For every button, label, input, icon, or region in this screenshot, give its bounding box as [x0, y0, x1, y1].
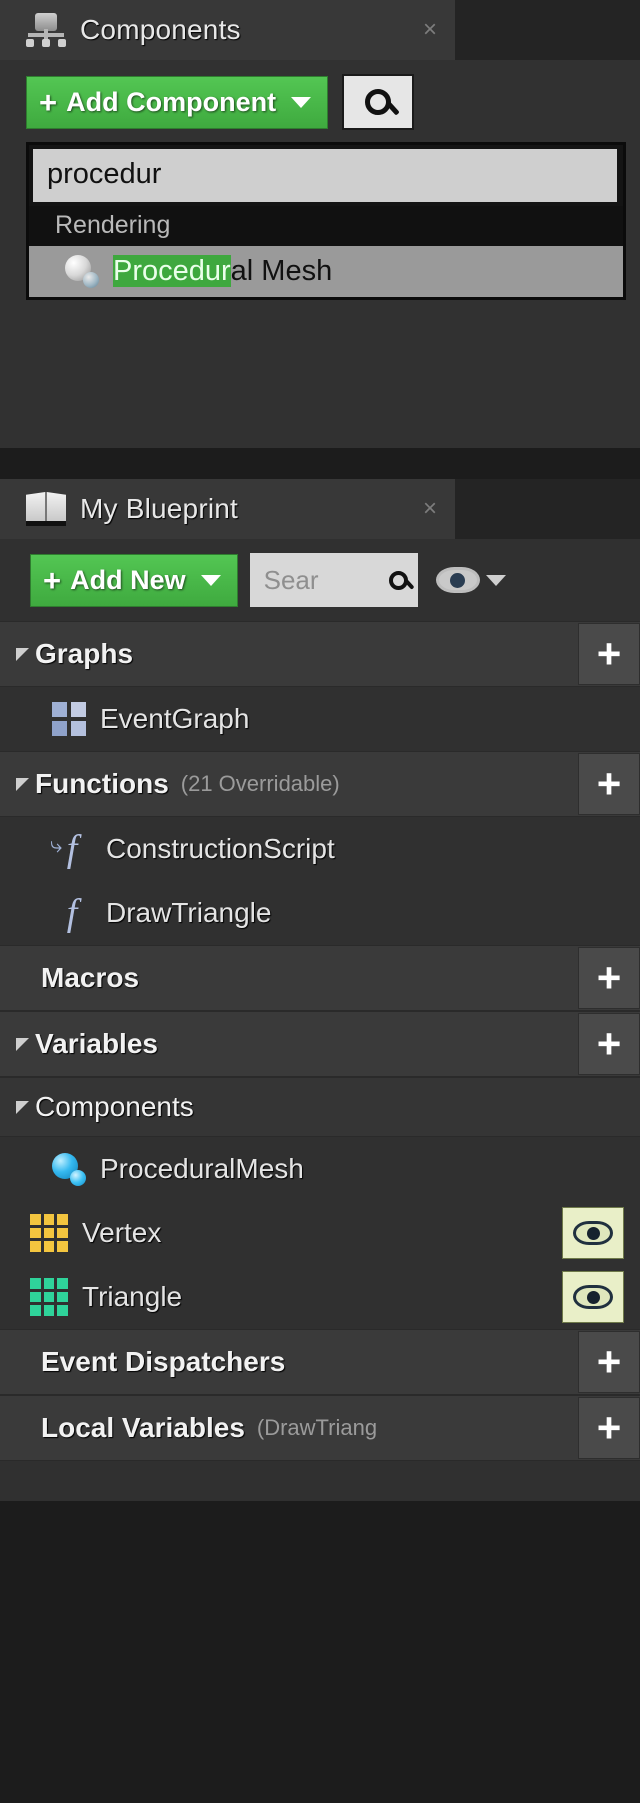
close-icon[interactable]: ×	[393, 16, 437, 44]
add-component-label: Add Component	[66, 86, 277, 117]
section-title: Event Dispatchers	[41, 1346, 286, 1377]
add-component-row: + Add Component	[0, 60, 640, 142]
list-item-label: Vertex	[82, 1217, 162, 1248]
add-component-dropdown: procedur Rendering Procedural Mesh	[26, 142, 626, 300]
event-graph-icon	[52, 702, 86, 736]
list-item-triangle[interactable]: Triangle	[0, 1265, 640, 1329]
add-new-label: Add New	[70, 564, 186, 595]
section-header-variables[interactable]: Variables +	[0, 1011, 640, 1077]
list-item-proceduralmesh[interactable]: ProceduralMesh	[0, 1137, 640, 1201]
list-item-eventgraph[interactable]: EventGraph	[0, 687, 640, 751]
search-placeholder: Sear	[263, 564, 319, 595]
myblueprint-footer	[0, 1461, 640, 1501]
section-title: Macros	[41, 962, 140, 993]
myblueprint-body: + Add New Sear Graphs + EventGraph Funct…	[0, 539, 640, 1501]
add-new-button[interactable]: + Add New	[30, 553, 238, 607]
components-tab-label: Components	[80, 14, 241, 45]
list-item-constructionscript[interactable]: ⤷ f ConstructionScript	[0, 817, 640, 881]
function-override-icon: ⤷ f	[50, 828, 78, 870]
expand-triangle-icon[interactable]	[16, 1100, 29, 1114]
eye-icon[interactable]	[562, 1207, 624, 1259]
section-header-local-variables[interactable]: Local Variables (DrawTriang +	[0, 1395, 640, 1461]
myblueprint-tab-label: My Blueprint	[80, 493, 239, 524]
dropdown-item-procedural-mesh[interactable]: Procedural Mesh	[29, 246, 623, 297]
section-subtitle: (DrawTriang	[256, 1415, 378, 1440]
expand-triangle-icon	[16, 1428, 35, 1429]
components-panel: Components × + Add Component procedur Re…	[0, 0, 640, 448]
function-icon: f	[66, 892, 78, 934]
list-item-label: DrawTriangle	[106, 897, 272, 928]
list-item-label: ConstructionScript	[106, 833, 335, 864]
section-header-functions[interactable]: Functions (21 Overridable) +	[0, 751, 640, 817]
search-match-highlight: Procedur	[113, 254, 231, 287]
procedural-mesh-icon	[65, 254, 99, 288]
panel-divider	[0, 463, 640, 479]
eye-icon[interactable]	[562, 1271, 624, 1323]
section-header-graphs[interactable]: Graphs +	[0, 621, 640, 687]
window-bottom-edge	[0, 1777, 640, 1803]
component-search-input[interactable]: procedur	[33, 149, 617, 202]
search-icon	[388, 570, 408, 590]
close-icon[interactable]: ×	[393, 495, 437, 523]
section-title: Functions	[35, 768, 169, 799]
list-item-drawtriangle[interactable]: f DrawTriangle	[0, 881, 640, 945]
myblueprint-search-input[interactable]: Sear	[249, 553, 418, 607]
myblueprint-tabstrip: My Blueprint ×	[0, 479, 640, 539]
expand-triangle-icon[interactable]	[16, 777, 29, 791]
components-search-button[interactable]	[342, 74, 415, 130]
search-match-rest: al Mesh	[230, 254, 333, 287]
expand-triangle-icon	[16, 1362, 35, 1363]
section-subtitle: (21 Overridable)	[180, 771, 340, 796]
integer-array-icon	[30, 1278, 68, 1316]
dropdown-item-label: Procedural Mesh	[113, 254, 333, 288]
section-title: Variables	[35, 1028, 158, 1059]
section-header-event-dispatchers[interactable]: Event Dispatchers +	[0, 1329, 640, 1395]
subsection-title: Components	[35, 1091, 194, 1122]
add-local-variable-button[interactable]: +	[578, 1397, 640, 1459]
subsection-header-components[interactable]: Components	[0, 1077, 640, 1137]
my-blueprint-panel: My Blueprint × + Add New Sear Graphs + E…	[0, 479, 640, 1501]
components-icon	[26, 11, 66, 49]
components-tabstrip: Components ×	[0, 0, 640, 60]
add-variable-button[interactable]: +	[578, 1013, 640, 1075]
vector-array-icon	[30, 1214, 68, 1252]
list-item-label: Triangle	[82, 1281, 183, 1312]
blueprint-book-icon	[26, 492, 66, 526]
visibility-filter[interactable]	[430, 567, 506, 593]
expand-triangle-icon[interactable]	[16, 1037, 29, 1051]
add-component-button[interactable]: + Add Component	[26, 75, 329, 129]
blueprint-editor-root: Components × + Add Component procedur Re…	[0, 0, 640, 1803]
add-macro-button[interactable]: +	[578, 947, 640, 1009]
myblueprint-toolbar: + Add New Sear	[0, 539, 640, 621]
list-item-vertex[interactable]: Vertex	[0, 1201, 640, 1265]
plus-icon: +	[43, 562, 62, 598]
procedural-mesh-icon	[52, 1152, 86, 1186]
eye-icon[interactable]	[435, 567, 480, 593]
chevron-down-icon[interactable]	[485, 574, 506, 586]
add-graph-button[interactable]: +	[578, 623, 640, 685]
add-event-dispatcher-button[interactable]: +	[578, 1331, 640, 1393]
add-function-button[interactable]: +	[578, 753, 640, 815]
tab-components[interactable]: Components ×	[0, 0, 455, 60]
components-empty-area	[0, 300, 640, 448]
chevron-down-icon[interactable]	[291, 96, 312, 108]
chevron-down-icon[interactable]	[200, 574, 221, 586]
list-item-label: ProceduralMesh	[100, 1153, 304, 1184]
section-title: Graphs	[35, 638, 134, 669]
tab-my-blueprint[interactable]: My Blueprint ×	[0, 479, 455, 539]
search-icon	[365, 89, 392, 115]
plus-icon: +	[39, 84, 58, 120]
expand-triangle-icon[interactable]	[16, 647, 29, 661]
dropdown-category-rendering: Rendering	[29, 206, 623, 246]
section-title: Local Variables	[41, 1412, 245, 1443]
section-header-macros[interactable]: Macros +	[0, 945, 640, 1011]
expand-triangle-icon	[16, 978, 35, 979]
list-item-label: EventGraph	[100, 703, 250, 734]
components-body: + Add Component procedur Rendering Proce…	[0, 60, 640, 448]
